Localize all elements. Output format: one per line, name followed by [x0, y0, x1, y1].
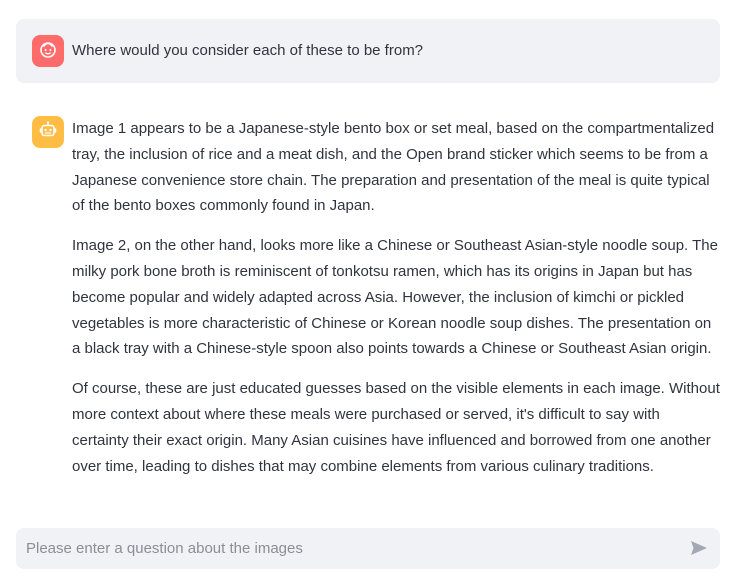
- chat-page: Where would you consider each of these t…: [0, 0, 740, 586]
- chat-input[interactable]: [16, 528, 676, 569]
- assistant-paragraph-3: Of course, these are just educated guess…: [72, 380, 720, 475]
- assistant-avatar: [32, 116, 64, 148]
- assistant-paragraph-1: Image 1 appears to be a Japanese-style b…: [72, 120, 715, 215]
- chat-input-bar: [16, 528, 720, 569]
- user-message-text: Where would you consider each of these t…: [72, 42, 424, 59]
- user-avatar: [32, 35, 64, 67]
- send-button[interactable]: [688, 538, 710, 560]
- robot-icon: [38, 120, 58, 145]
- assistant-paragraph-2: Image 2, on the other hand, looks more l…: [72, 237, 718, 358]
- assistant-message: Image 1 appears to be a Japanese-style b…: [72, 116, 720, 493]
- send-icon: [689, 538, 709, 561]
- user-message: Where would you consider each of these t…: [16, 19, 720, 83]
- face-icon: [38, 39, 58, 64]
